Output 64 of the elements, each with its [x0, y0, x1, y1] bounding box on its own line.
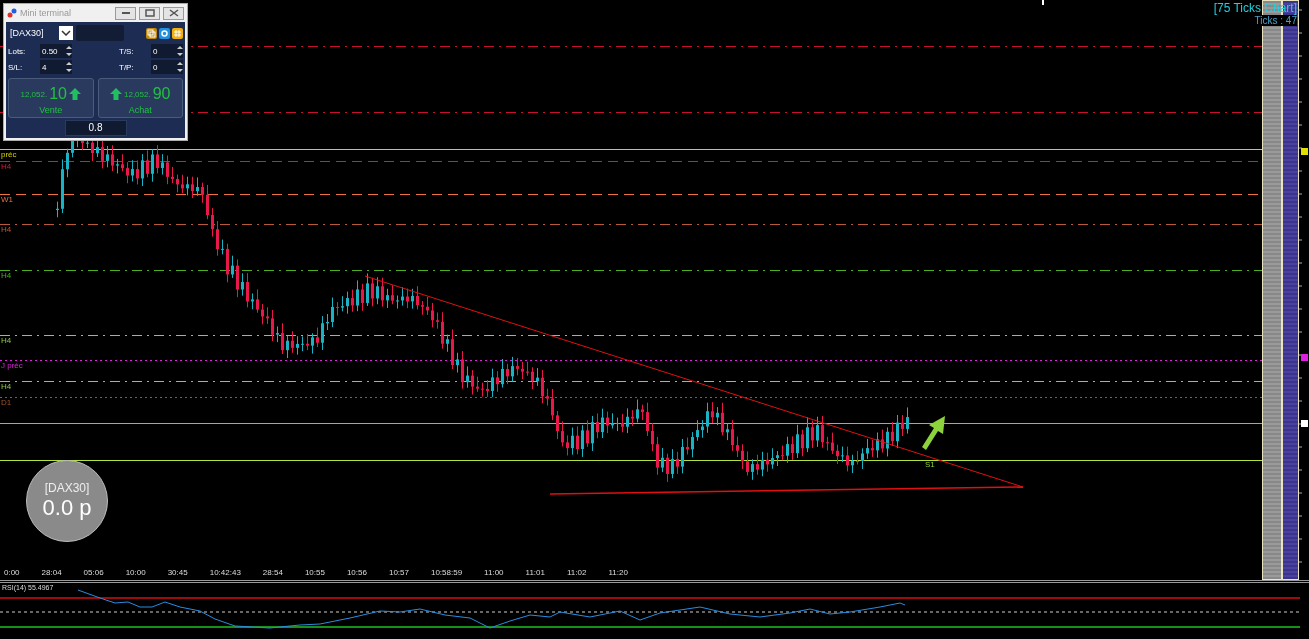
tick-count: Ticks : 47 [1254, 15, 1297, 26]
level-label: préc [1, 150, 17, 159]
time-label: 10:56 [346, 568, 367, 577]
time-label: 11:20 [608, 568, 628, 577]
maximize-icon [144, 9, 155, 17]
level-label: H4 [1, 162, 12, 171]
time-label: 11:01 [525, 568, 545, 577]
time-label: 11:00 [484, 568, 504, 577]
level-label: H4 [1, 382, 12, 391]
spinner-icon[interactable] [177, 60, 183, 74]
spinner-icon[interactable] [66, 44, 72, 58]
level-label: H4 [1, 271, 12, 280]
time-label: 05:06 [83, 568, 104, 577]
window-title: Mini terminal [20, 8, 72, 18]
field-label: T/P: [118, 62, 135, 72]
number-field[interactable]: 0 [151, 60, 183, 74]
level-label: J préc [1, 361, 23, 370]
field-label: T/S: [118, 46, 135, 56]
spinner-icon[interactable] [177, 44, 183, 58]
level-label: H4 [1, 336, 12, 345]
chevron-down-icon [61, 30, 71, 36]
level-label: H4 [1, 225, 12, 234]
price-tag [1301, 420, 1308, 427]
minimize-button[interactable] [115, 6, 136, 20]
time-label: 10:58:59 [430, 568, 463, 577]
field-label: Lots: [8, 46, 27, 56]
time-label: 10:42:43 [209, 568, 241, 577]
time-label: 10:55 [304, 568, 325, 577]
level-label: W1 [1, 195, 13, 204]
support-label: S1 [925, 460, 935, 469]
copy-icon[interactable] [146, 27, 157, 39]
time-label: 28:54 [262, 568, 283, 577]
time-label: 10:00 [125, 568, 146, 577]
number-field[interactable]: 4 [40, 60, 72, 74]
grid-icon[interactable] [172, 27, 183, 39]
time-label: 10:57 [388, 568, 409, 577]
dropdown-button[interactable] [59, 26, 73, 40]
settings-icon[interactable] [159, 27, 170, 39]
price-tag [1301, 148, 1308, 155]
spread-value: 0.8 [64, 120, 127, 136]
input-field[interactable] [76, 25, 124, 41]
widget-symbol: [DAX30] [44, 481, 90, 495]
maximize-button[interactable] [139, 6, 160, 20]
arrow-icon [922, 416, 945, 450]
time-label: 0:00 [4, 568, 20, 577]
close-button[interactable] [163, 6, 184, 20]
spinner-icon[interactable] [66, 60, 72, 74]
number-field[interactable]: 0.50 [40, 44, 72, 58]
up-arrow-icon [110, 88, 122, 100]
buy-button[interactable]: 12,052.90 Achat [97, 78, 183, 118]
widget-value: 0.0 p [42, 495, 92, 521]
price-tag [1301, 354, 1308, 361]
tick-marker [1042, 0, 1044, 5]
field-label: S/L: [8, 62, 24, 72]
sell-button[interactable]: 12,052.10 Vente [8, 78, 94, 118]
number-field[interactable]: 0 [151, 44, 183, 58]
time-label: 28:04 [41, 568, 62, 577]
level-label: D1 [1, 398, 12, 407]
time-label: 30:45 [167, 568, 188, 577]
time-label: 11:02 [567, 568, 587, 577]
app-logo-icon [7, 8, 17, 18]
up-arrow-icon [69, 88, 81, 100]
close-icon [168, 9, 179, 17]
chart-title: [75 Ticks Chart] [1213, 2, 1297, 15]
